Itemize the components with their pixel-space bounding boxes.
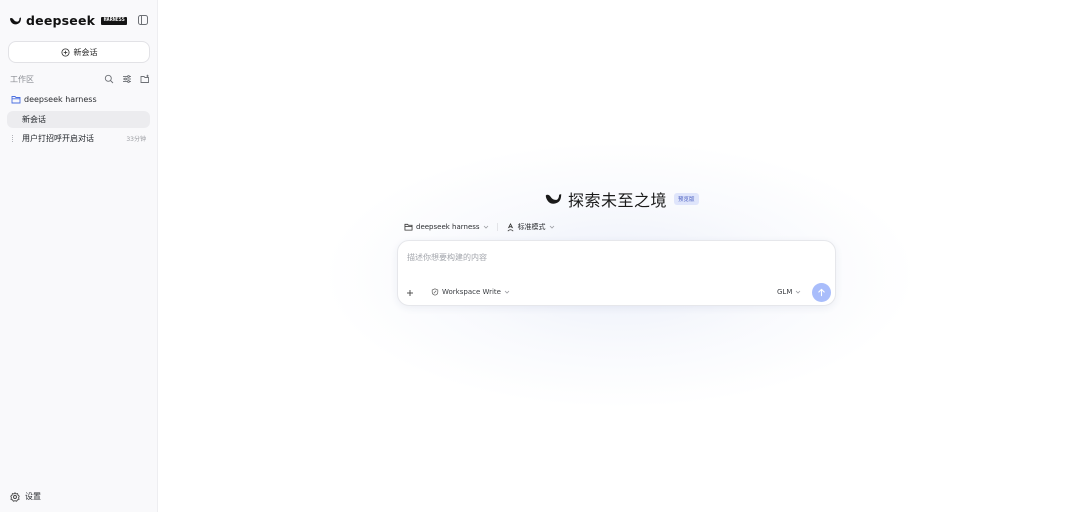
- permission-label: Workspace Write: [442, 288, 501, 296]
- permission-selector[interactable]: Workspace Write: [431, 288, 510, 296]
- search-icon[interactable]: [104, 74, 114, 84]
- conversation-item[interactable]: 用户打招呼开启对话 33分钟: [7, 130, 150, 147]
- chevron-down-icon: [795, 289, 801, 295]
- separator: [496, 223, 498, 231]
- conversation-item[interactable]: 新会话: [7, 111, 150, 128]
- composer: Workspace Write GLM: [397, 240, 836, 306]
- chevron-down-icon: [504, 289, 510, 295]
- conversation-title: 用户打招呼开启对话: [22, 134, 94, 143]
- mode-selector[interactable]: 标准模式: [506, 222, 555, 232]
- mode-icon: [506, 222, 515, 232]
- folder-icon: [404, 223, 413, 231]
- sidebar-toggle-icon[interactable]: [137, 14, 149, 26]
- hero-heading: 探索未至之境 预览版: [544, 187, 699, 211]
- new-chat-label: 新会话: [73, 47, 98, 57]
- chevron-down-icon: [549, 224, 555, 230]
- tree-guide: [12, 135, 13, 142]
- harness-badge: HARNESS: [101, 16, 128, 25]
- conversation-time: 33分钟: [126, 136, 146, 143]
- arrow-up-icon: [817, 288, 826, 297]
- plus-icon: [406, 289, 414, 297]
- whale-logo-icon: [544, 192, 563, 206]
- settings-label: 设置: [25, 492, 41, 501]
- sidebar: deepseek HARNESS 新会话 工作区 deepseek harnes…: [0, 0, 158, 512]
- chevron-down-icon: [483, 224, 489, 230]
- mode-selector-label: 标准模式: [517, 223, 546, 231]
- whale-logo-icon: [9, 16, 22, 26]
- project-selector-label: deepseek harness: [416, 223, 480, 231]
- gear-icon: [10, 491, 20, 502]
- brand-logo[interactable]: deepseek HARNESS: [9, 13, 128, 28]
- attach-button[interactable]: [403, 286, 417, 300]
- new-folder-icon[interactable]: [140, 74, 150, 84]
- model-selector[interactable]: GLM: [777, 288, 801, 296]
- shield-edit-icon: [431, 288, 439, 296]
- plus-circle-icon: [60, 47, 70, 57]
- project-name: deepseek harness: [24, 95, 97, 104]
- preview-badge: 预览版: [674, 193, 699, 205]
- folder-icon: [11, 95, 21, 104]
- new-chat-button[interactable]: 新会话: [8, 41, 150, 63]
- conversation-title: 新会话: [22, 115, 46, 124]
- hero-title: 探索未至之境: [568, 191, 668, 210]
- prompt-input[interactable]: [407, 250, 827, 264]
- context-bar: deepseek harness 标准模式: [404, 222, 555, 232]
- project-selector[interactable]: deepseek harness: [404, 223, 489, 231]
- project-item[interactable]: deepseek harness: [11, 95, 97, 104]
- workspace-header: 工作区: [10, 72, 150, 86]
- settings-button[interactable]: 设置: [10, 491, 41, 502]
- model-label: GLM: [777, 288, 793, 296]
- workspace-label: 工作区: [10, 74, 34, 84]
- send-button[interactable]: [812, 283, 831, 302]
- filter-icon[interactable]: [122, 74, 132, 84]
- brand-name: deepseek: [26, 13, 96, 28]
